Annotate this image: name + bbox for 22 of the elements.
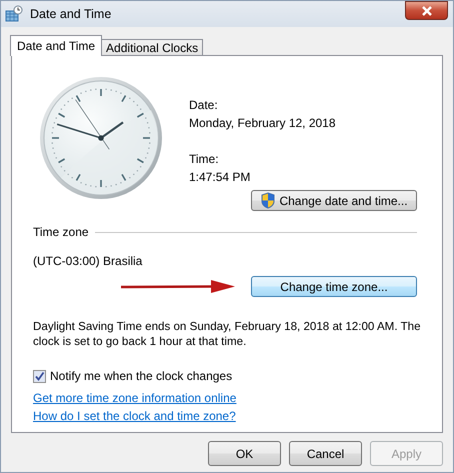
shield-icon	[260, 192, 276, 209]
change-date-button[interactable]: Change date and time...	[251, 190, 417, 211]
checkbox[interactable]	[33, 370, 46, 382]
close-button[interactable]	[405, 1, 448, 20]
calendar-clock-icon	[5, 5, 23, 23]
window-title: Date and Time	[30, 7, 112, 21]
tab[interactable]: Additional Clocks	[101, 39, 204, 56]
time-value: 1:47:54 PM	[189, 169, 252, 186]
tab[interactable]: Date and Time	[10, 35, 102, 56]
date-value: Monday, February 12, 2018	[189, 115, 336, 132]
dst-note: Daylight Saving Time ends on Sunday, February 18, 2018 at 12:00 AM. The clock is set to go back 1 hour at that time.	[33, 319, 422, 349]
section-heading: Time zone	[33, 225, 89, 239]
close-icon	[420, 6, 432, 16]
help-link[interactable]: How do I set the clock and time zone?	[33, 409, 236, 423]
time-label: Time:	[189, 151, 220, 168]
dialog-button[interactable]: Cancel	[289, 441, 362, 466]
checkbox-label[interactable]: Notify me when the clock changes	[50, 369, 232, 383]
date-label: Date:	[189, 97, 219, 114]
help-link[interactable]: Get more time zone information online	[33, 391, 236, 405]
time-zone-value: (UTC-03:00) Brasilia	[33, 254, 144, 268]
change-time-zone-button[interactable]: Change time zone...	[251, 276, 417, 297]
dialog-button[interactable]: OK	[208, 441, 281, 466]
